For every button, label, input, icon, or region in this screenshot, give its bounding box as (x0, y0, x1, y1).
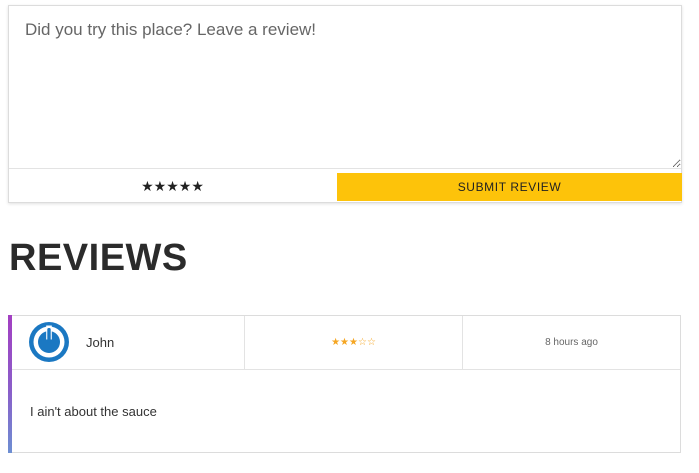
review-rating-cell: ★★★☆☆ (245, 316, 463, 369)
review-user-cell: John (12, 316, 245, 369)
submit-review-button[interactable]: SUBMIT REVIEW (337, 173, 682, 201)
review-rating-stars: ★★★☆☆ (331, 337, 376, 348)
review-textarea[interactable] (9, 6, 681, 169)
reviewer-name: John (86, 335, 115, 350)
review-form-footer: ★★★★★ SUBMIT REVIEW (9, 170, 682, 203)
reviews-heading: REVIEWS (9, 237, 188, 279)
review-header: John ★★★☆☆ 8 hours ago (12, 316, 680, 370)
review-timestamp: 8 hours ago (545, 337, 598, 348)
review-text: I ain't about the sauce (30, 404, 157, 419)
review-time-cell: 8 hours ago (463, 316, 680, 369)
review-card: John ★★★☆☆ 8 hours ago I ain't about the… (8, 315, 681, 453)
star-rating-picker[interactable]: ★★★★★ (9, 170, 336, 203)
power-icon (29, 322, 69, 362)
review-form: ★★★★★ SUBMIT REVIEW (8, 5, 682, 203)
